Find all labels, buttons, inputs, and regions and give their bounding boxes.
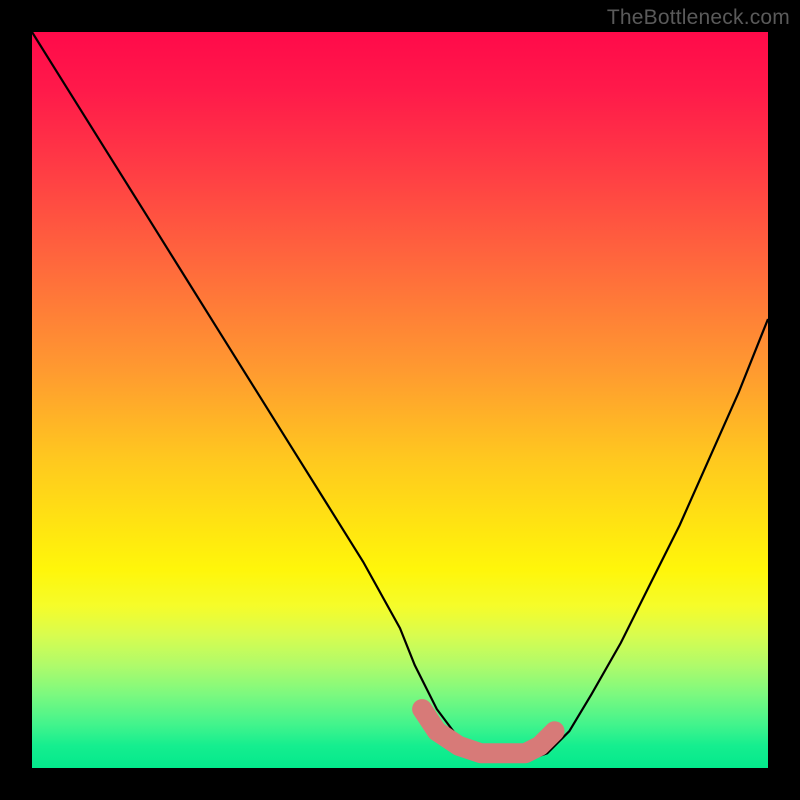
chart-frame: TheBottleneck.com xyxy=(0,0,800,800)
plot-area xyxy=(32,32,768,768)
curve-layer xyxy=(32,32,768,768)
bottleneck-curve-path xyxy=(32,32,768,761)
optimal-band-endpoint xyxy=(547,723,563,739)
watermark-text: TheBottleneck.com xyxy=(607,6,790,30)
